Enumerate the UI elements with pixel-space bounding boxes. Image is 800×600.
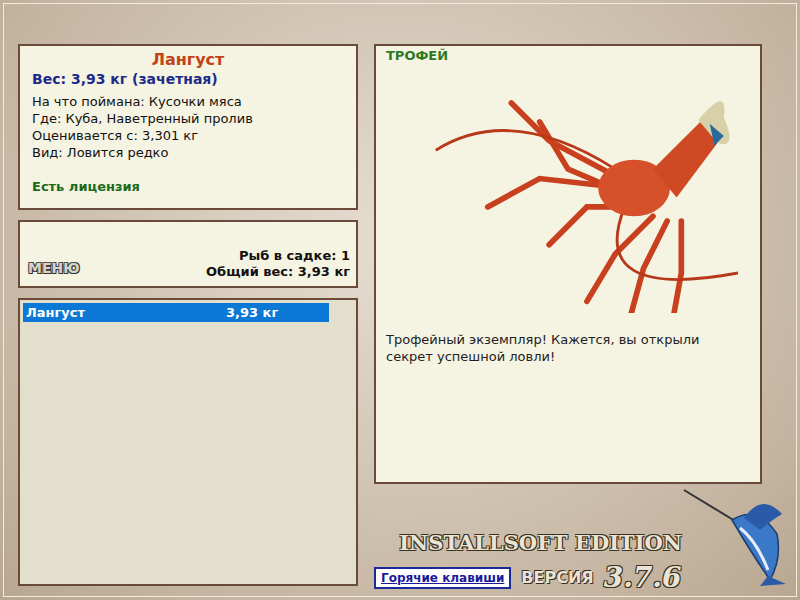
fish-weight: Вес: 3,93 кг (зачетная) <box>32 71 344 87</box>
row-fish-name: Лангуст <box>26 305 226 320</box>
marlin-icon <box>682 484 800 588</box>
screen-frame: Лангуст Вес: 3,93 кг (зачетная) На что пой… <box>3 3 797 597</box>
keepnet-totals: Рыб в садке: 1Общий вес: 3,93 кг <box>206 248 350 280</box>
detail-line: На что поймана: Кусочки мяса <box>32 93 344 110</box>
total-weight: Общий вес: 3,93 кг <box>206 264 350 280</box>
footer: INSTALLSOFT EDITION Горячие клавиши ВЕРСИЯ… <box>374 484 800 594</box>
footer-text: INSTALLSOFT EDITION Горячие клавиши ВЕРСИЯ… <box>374 504 682 594</box>
hotkeys-link[interactable]: Горячие клавиши <box>374 567 511 589</box>
fish-count: Рыб в садке: 1 <box>206 248 350 264</box>
version-label: ВЕРСИЯ <box>521 568 593 587</box>
menu-button[interactable]: МЕНЮ <box>28 260 80 276</box>
right-column: ТРОФЕЙ Трофейный экземпляр! Кажется, вы о… <box>374 44 762 594</box>
edition-logo: INSTALLSOFT EDITION <box>399 530 682 555</box>
trophy-panel: ТРОФЕЙ Трофейный экземпляр! Кажется, вы о… <box>374 44 762 484</box>
menu-panel: МЕНЮ Рыб в садке: 1Общий вес: 3,93 кг <box>18 220 358 288</box>
left-column: Лангуст Вес: 3,93 кг (зачетная) На что пой… <box>18 44 358 586</box>
catch-info-panel: Лангуст Вес: 3,93 кг (зачетная) На что пой… <box>18 44 358 210</box>
detail-line: Вид: Ловится редко <box>32 144 344 161</box>
fish-details: На что поймана: Кусочки мясаГде: Куба, Н… <box>32 93 344 161</box>
trophy-message: Трофейный экземпляр! Кажется, вы открыли… <box>386 331 750 365</box>
detail-line: Оценивается с: 3,301 кг <box>32 127 344 144</box>
footer-row: Горячие клавиши ВЕРСИЯ 3.7.6 <box>374 561 682 594</box>
lobster-image <box>386 63 750 313</box>
row-fish-weight: 3,93 кг <box>226 305 278 320</box>
version-number: 3.7.6 <box>604 561 682 594</box>
fish-name: Лангуст <box>32 50 344 69</box>
lobster-icon <box>398 63 738 313</box>
keepnet-list: Лангуст3,93 кг <box>18 298 358 586</box>
detail-line: Где: Куба, Наветренный пролив <box>32 110 344 127</box>
game-screen: Лангуст Вес: 3,93 кг (зачетная) На что пой… <box>0 0 800 600</box>
trophy-badge: ТРОФЕЙ <box>386 48 750 63</box>
keepnet-row[interactable]: Лангуст3,93 кг <box>23 303 329 322</box>
license-status: Есть лицензия <box>32 179 344 194</box>
